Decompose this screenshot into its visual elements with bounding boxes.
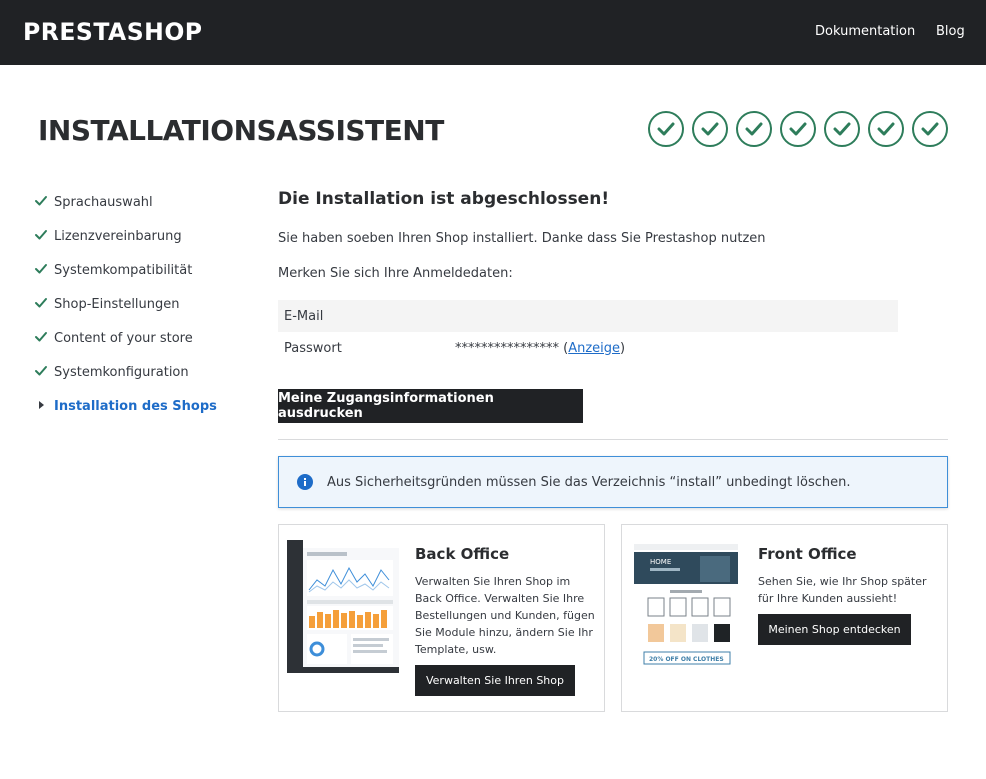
security-alert: Aus Sicherheitsgründen müssen Sie das Ve… — [278, 456, 948, 508]
check-icon — [34, 262, 48, 276]
check-icon — [34, 330, 48, 344]
paren-close: ) — [620, 340, 626, 356]
sidebar-item-label: Systemkompatibilität — [54, 263, 193, 278]
sidebar-item: Systemkompatibilität — [34, 261, 264, 295]
sidebar-item-label: Lizenzvereinbarung — [54, 229, 182, 244]
step-progress — [648, 111, 948, 147]
front-office-card: HOME 20% OFF ON CLOTHES Front Office Seh… — [621, 524, 948, 712]
divider — [278, 439, 948, 440]
front-office-screenshot: HOME 20% OFF ON CLOTHES — [630, 540, 742, 673]
nav-link-blog[interactable]: Blog — [936, 24, 965, 39]
sidebar-item: Systemkonfiguration — [34, 363, 264, 397]
installation-steps-sidebar: Sprachauswahl Lizenzvereinbarung Systemkom… — [34, 193, 264, 431]
back-office-description: Verwalten Sie Ihren Shop im Back Office.… — [415, 575, 595, 656]
check-icon — [34, 364, 48, 378]
print-credentials-button[interactable]: Meine Zugangsinformationen ausdrucken — [278, 389, 583, 423]
sidebar-item: Shop-Einstellungen — [34, 295, 264, 329]
back-office-card: Back Office Verwalten Sie Ihren Shop im … — [278, 524, 605, 712]
sidebar-item-label: Shop-Einstellungen — [54, 297, 180, 312]
main-content: Die Installation ist abgeschlossen! Sie … — [278, 186, 948, 712]
password-value: **************** (Anzeige) — [455, 341, 625, 356]
credentials-table: E-Mail Passwort **************** (Anzeig… — [278, 300, 898, 364]
intro-text: Sie haben soeben Ihren Shop installiert.… — [278, 231, 766, 246]
show-password-link[interactable]: Anzeige — [568, 341, 620, 356]
password-label: Passwort — [284, 340, 342, 356]
sidebar-item: Installation des Shops — [34, 397, 264, 431]
step-complete-icon — [736, 111, 772, 147]
step-complete-icon — [824, 111, 860, 147]
credentials-row-email: E-Mail — [278, 300, 898, 332]
step-complete-icon — [648, 111, 684, 147]
step-complete-icon — [868, 111, 904, 147]
nav-link-dokumentation[interactable]: Dokumentation — [815, 24, 915, 39]
step-complete-icon — [780, 111, 816, 147]
manage-shop-button[interactable]: Verwalten Sie Ihren Shop — [415, 665, 575, 696]
check-icon — [34, 296, 48, 310]
credentials-row-password: Passwort **************** (Anzeige) — [278, 332, 898, 364]
step-complete-icon — [912, 111, 948, 147]
password-mask: **************** — [455, 340, 559, 356]
check-icon — [34, 194, 48, 208]
banner-home-text: HOME — [650, 558, 671, 566]
check-icon — [34, 228, 48, 242]
page-title: INSTALLATIONSASSISTENT — [38, 114, 444, 147]
promo-text: 20% OFF ON CLOTHES — [649, 656, 724, 663]
email-label: E-Mail — [284, 308, 324, 324]
sidebar-item: Content of your store — [34, 329, 264, 363]
sidebar-item-label: Systemkonfiguration — [54, 365, 189, 380]
security-alert-text: Aus Sicherheitsgründen müssen Sie das Ve… — [327, 474, 851, 490]
back-office-screenshot — [287, 540, 399, 673]
completion-heading: Die Installation ist abgeschlossen! — [278, 189, 610, 209]
step-complete-icon — [692, 111, 728, 147]
back-office-title: Back Office — [415, 545, 510, 563]
sidebar-item-label: Sprachauswahl — [54, 195, 153, 210]
sidebar-item: Sprachauswahl — [34, 193, 264, 227]
front-office-description: Sehen Sie, wie Ihr Shop später für Ihre … — [758, 575, 927, 605]
prestashop-logo[interactable]: PRESTASHOP — [23, 18, 203, 46]
caret-right-icon — [34, 398, 48, 412]
sidebar-item: Lizenzvereinbarung — [34, 227, 264, 261]
front-office-title: Front Office — [758, 545, 857, 563]
info-icon — [297, 474, 313, 490]
top-bar: PRESTASHOP Dokumentation Blog — [0, 0, 986, 65]
discover-shop-button[interactable]: Meinen Shop entdecken — [758, 614, 911, 645]
sidebar-item-label: Installation des Shops — [54, 399, 217, 414]
paren-open: ( — [559, 340, 569, 356]
remember-credentials-text: Merken Sie sich Ihre Anmeldedaten: — [278, 266, 513, 281]
sidebar-item-label: Content of your store — [54, 331, 193, 346]
